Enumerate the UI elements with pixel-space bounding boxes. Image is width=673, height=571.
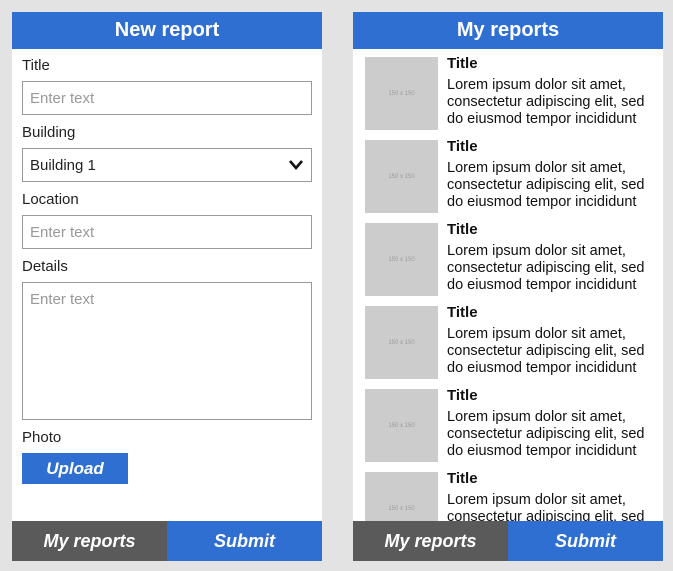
item-description: Lorem ipsum dolor sit amet, consectetur … [447,243,645,293]
upload-button[interactable]: Upload [22,453,128,484]
thumbnail-placeholder: 150 x 150 [365,140,438,213]
new-report-header: New report [12,12,322,49]
item-title: Title [447,221,478,238]
my-reports-button[interactable]: My reports [353,521,508,561]
item-title: Title [447,470,478,487]
item-title: Title [447,57,478,72]
list-item[interactable]: 150 x 150 Title Lorem ipsum dolor sit am… [353,304,663,389]
building-select[interactable]: Building 1 [22,148,312,182]
item-description: Lorem ipsum dolor sit amet, consectetur … [447,492,645,521]
details-label: Details [22,258,68,275]
list-item[interactable]: 150 x 150 Title Lorem ipsum dolor sit am… [353,470,663,521]
list-item[interactable]: 150 x 150 Title Lorem ipsum dolor sit am… [353,387,663,472]
report-form: Title Enter text Building Building 1 Loc… [12,49,322,484]
item-description: Lorem ipsum dolor sit amet, consectetur … [447,77,645,127]
my-reports-panel: My reports 150 x 150 Title Lorem ipsum d… [353,12,663,561]
details-placeholder: Enter text [30,291,95,308]
list-item[interactable]: 150 x 150 Title Lorem ipsum dolor sit am… [353,221,663,306]
thumbnail-placeholder: 150 x 150 [365,389,438,462]
right-footer: My reports Submit [353,521,663,561]
thumbnail-placeholder: 150 x 150 [365,472,438,521]
item-description: Lorem ipsum dolor sit amet, consectetur … [447,160,645,210]
item-title: Title [447,387,478,404]
list-item[interactable]: 150 x 150 Title Lorem ipsum dolor sit am… [353,138,663,223]
thumbnail-placeholder: 150 x 150 [365,223,438,296]
title-label: Title [22,57,50,74]
location-input[interactable]: Enter text [22,215,312,249]
title-input[interactable]: Enter text [22,81,312,115]
item-description: Lorem ipsum dolor sit amet, consectetur … [447,326,645,376]
submit-button[interactable]: Submit [508,521,663,561]
photo-label: Photo [22,429,62,446]
thumbnail-placeholder: 150 x 150 [365,306,438,379]
location-label: Location [22,191,79,208]
title-placeholder: Enter text [30,89,95,107]
chevron-down-icon [288,159,304,171]
thumbnail-placeholder: 150 x 150 [365,57,438,130]
my-reports-button[interactable]: My reports [12,521,167,561]
reports-list[interactable]: 150 x 150 Title Lorem ipsum dolor sit am… [353,57,663,521]
list-item[interactable]: 150 x 150 Title Lorem ipsum dolor sit am… [353,57,663,140]
details-textarea[interactable]: Enter text [22,282,312,420]
item-title: Title [447,138,478,155]
submit-button[interactable]: Submit [167,521,322,561]
item-title: Title [447,304,478,321]
building-value: Building 1 [30,156,96,174]
my-reports-header: My reports [353,12,663,49]
location-placeholder: Enter text [30,223,95,241]
left-footer: My reports Submit [12,521,322,561]
new-report-panel: New report Title Enter text Building Bui… [12,12,322,561]
item-description: Lorem ipsum dolor sit amet, consectetur … [447,409,645,459]
building-label: Building [22,124,76,141]
